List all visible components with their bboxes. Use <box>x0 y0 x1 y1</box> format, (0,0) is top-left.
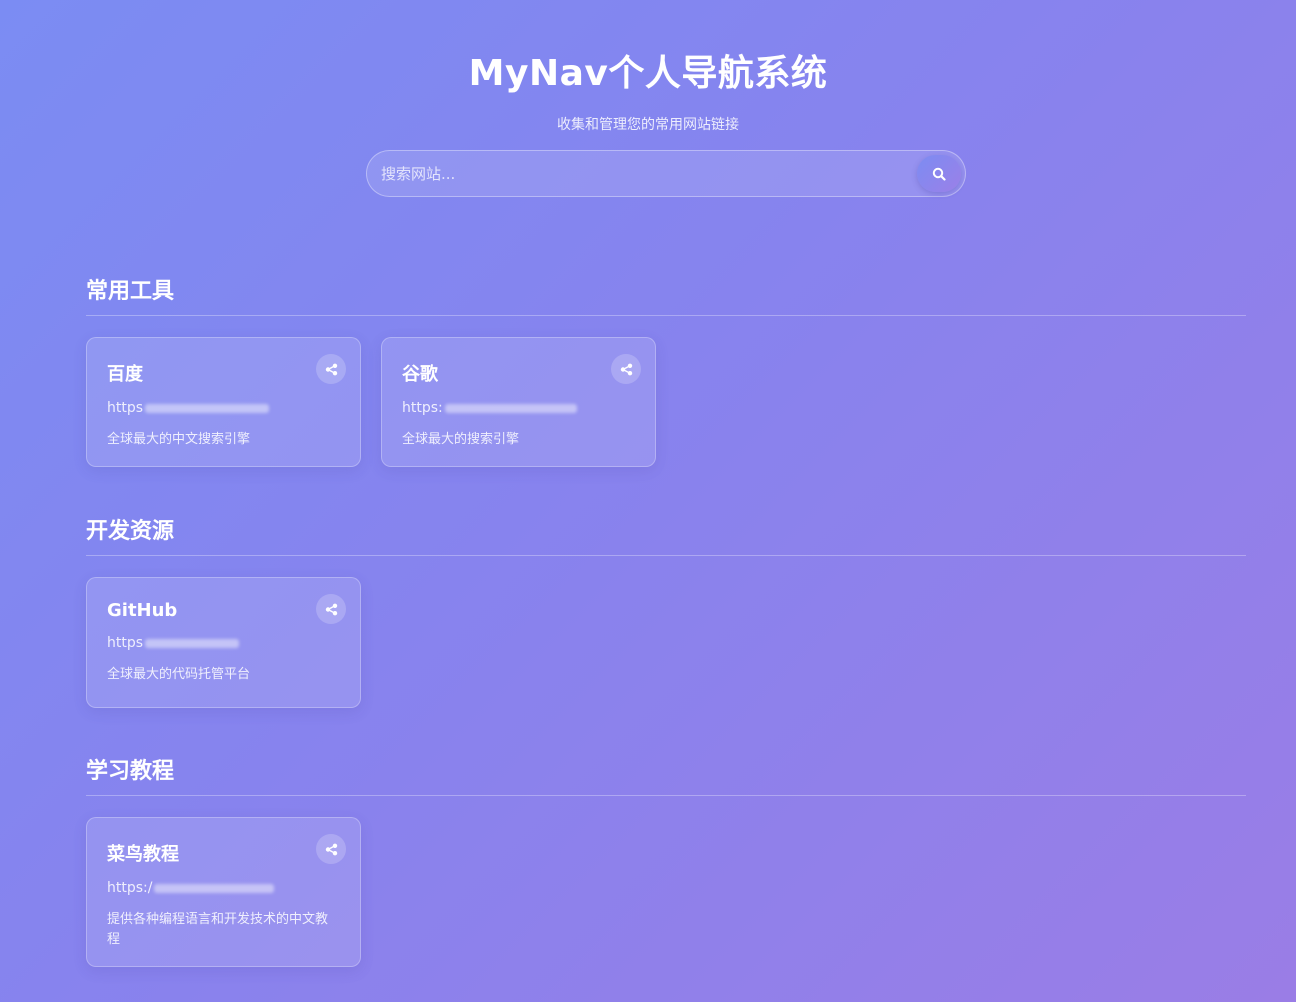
share-icon <box>325 603 337 615</box>
site-card-google[interactable]: 谷歌 https: 全球最大的搜索引擎 <box>381 337 656 467</box>
redacted-url <box>145 403 270 413</box>
card-description: 全球最大的代码托管平台 <box>107 667 251 682</box>
share-icon <box>325 843 337 855</box>
card-description: 提供各种编程语言和开发技术的中文教程 <box>107 912 329 947</box>
search-input[interactable] <box>381 151 901 196</box>
section-dev-resources: 开发资源 GitHub https 全球最大的代码托管平台 <box>86 513 1246 708</box>
section-divider <box>86 795 1246 796</box>
page-subtitle: 收集和管理您的常用网站链接 <box>557 117 739 133</box>
section-divider <box>86 315 1246 316</box>
redacted-url <box>444 403 577 413</box>
search-icon <box>932 167 946 181</box>
card-description: 全球最大的搜索引擎 <box>402 432 520 447</box>
site-card-baidu[interactable]: 百度 https 全球最大的中文搜索引擎 <box>86 337 361 467</box>
site-card-runoob[interactable]: 菜鸟教程 https:/ 提供各种编程语言和开发技术的中文教程 <box>86 817 361 967</box>
page-title: MyNav个人导航系统 <box>468 53 828 94</box>
search-bar <box>366 150 966 197</box>
section-title: 学习教程 <box>86 759 175 784</box>
share-icon <box>325 363 337 375</box>
section-tutorials: 学习教程 菜鸟教程 https:/ 提供各种编程语言和开发技术的中文教程 <box>86 753 1246 967</box>
share-button[interactable] <box>316 354 346 384</box>
card-name: 菜鸟教程 <box>107 844 179 865</box>
section-divider <box>86 555 1246 556</box>
section-title: 开发资源 <box>86 519 175 544</box>
card-url[interactable]: https <box>107 400 340 416</box>
card-name: 谷歌 <box>402 364 438 385</box>
card-name: GitHub <box>107 600 178 621</box>
card-url[interactable]: https:/ <box>107 880 340 896</box>
section-common-tools: 常用工具 百度 https 全球最大的中文搜索引擎 谷歌 https: 全球最大… <box>86 273 1246 467</box>
search-button[interactable] <box>917 155 961 192</box>
share-button[interactable] <box>316 594 346 624</box>
card-name: 百度 <box>107 364 143 385</box>
card-url[interactable]: https <box>107 635 340 651</box>
redacted-url <box>145 638 240 648</box>
page-header: MyNav个人导航系统 收集和管理您的常用网站链接 <box>0 0 1296 134</box>
section-title: 常用工具 <box>86 279 175 304</box>
site-card-github[interactable]: GitHub https 全球最大的代码托管平台 <box>86 577 361 708</box>
share-button[interactable] <box>611 354 641 384</box>
redacted-url <box>154 883 275 893</box>
share-icon <box>620 363 632 375</box>
card-url[interactable]: https: <box>402 400 635 416</box>
card-description: 全球最大的中文搜索引擎 <box>107 432 251 447</box>
share-button[interactable] <box>316 834 346 864</box>
